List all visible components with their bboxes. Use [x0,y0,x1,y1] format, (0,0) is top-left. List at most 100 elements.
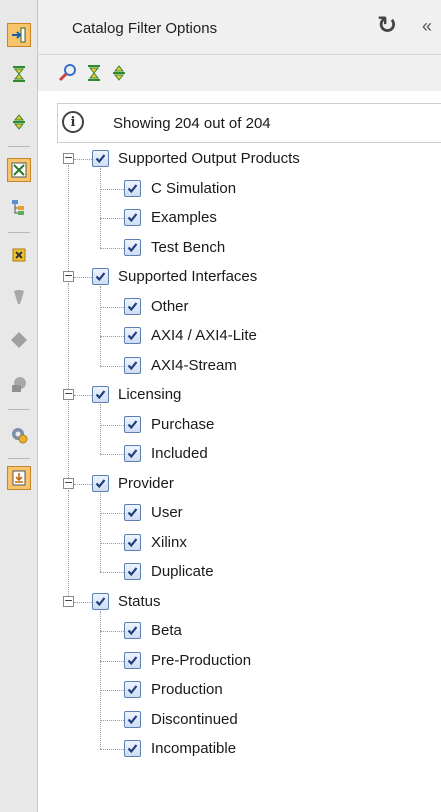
tree-item-label[interactable]: Production [151,681,223,698]
tree-group-label[interactable]: Licensing [118,386,181,403]
refresh-icon[interactable]: ↻ [377,13,397,39]
tree-connector [100,572,124,573]
parent-checkbox[interactable] [92,150,109,167]
tree-connector [68,489,69,596]
child-checkbox[interactable] [124,563,141,580]
child-checkbox[interactable] [124,651,141,669]
tree-connector [100,492,101,572]
expand-all-icon[interactable] [107,61,131,85]
tree-group-label[interactable]: Status [118,593,161,610]
child-checkbox[interactable] [124,740,141,757]
tree-connector [68,283,69,389]
tree-connector [100,454,124,455]
tree-connector [100,188,124,190]
tree-connector [74,483,92,485]
child-checkbox[interactable] [124,533,141,551]
filter-icon[interactable] [7,158,31,182]
child-checkbox[interactable] [124,327,141,344]
collapse-toggle[interactable]: − [63,270,74,282]
tree-connector [100,218,124,219]
tree-item-label[interactable]: Purchase [151,416,214,433]
tree-connector [100,513,124,514]
tree-connector [100,719,124,721]
panel-header: Catalog Filter Options ↻ « [38,0,441,55]
child-checkbox[interactable] [124,504,141,521]
parent-checkbox[interactable] [92,386,109,403]
tree-connector [100,690,124,691]
collapse-panel-icon[interactable]: « [422,16,432,36]
tree-connector [100,168,101,248]
tree-group-label[interactable]: Provider [118,475,174,492]
tree-connector [74,601,92,603]
tree-view-icon[interactable] [7,195,31,219]
download-icon[interactable] [7,466,31,490]
tree-connector [100,610,101,749]
child-checkbox[interactable] [124,415,141,433]
import-icon[interactable] [7,23,31,47]
diamond-icon [7,328,31,352]
filter-toolbar [38,55,441,91]
tree-item-label[interactable]: Xilinx [151,534,187,551]
tree-item-label[interactable]: Beta [151,622,182,639]
tree-item-label[interactable]: Test Bench [151,239,225,256]
collapse-toggle[interactable]: − [63,152,74,164]
tree-connector [100,631,124,632]
parent-checkbox[interactable] [92,268,109,285]
settings-gear-icon[interactable] [7,423,31,447]
collapse-toggle[interactable]: − [63,388,74,400]
tree-group-label[interactable]: Supported Interfaces [118,268,257,285]
tree-connector [100,286,101,366]
parent-checkbox[interactable] [92,474,109,492]
tree-item-label[interactable]: User [151,504,183,521]
tree-group-label[interactable]: Supported Output Products [118,150,300,167]
collapse-all-icon[interactable] [82,61,106,85]
search-icon[interactable] [56,61,80,85]
child-checkbox[interactable] [124,710,141,728]
tree-item-label[interactable]: Other [151,298,189,315]
child-checkbox[interactable] [124,622,141,639]
tree-connector [74,159,92,160]
tree-item-label[interactable]: Incompatible [151,740,236,757]
child-checkbox[interactable] [124,238,141,256]
tree-connector [100,749,124,750]
status-text: Showing 204 out of 204 [113,115,271,132]
tree-item-label[interactable]: Duplicate [151,563,214,580]
tree-connector [100,365,124,367]
collapse-toggle[interactable]: − [63,595,74,607]
tree-connector [68,401,69,478]
side-toolbar [0,0,38,812]
parent-checkbox[interactable] [92,592,109,610]
tree-connector [100,404,101,454]
child-checkbox[interactable] [124,445,141,462]
tree-item-label[interactable]: Discontinued [151,711,238,728]
collapse-all-icon[interactable] [7,62,31,86]
child-checkbox[interactable] [124,681,141,698]
tree-connector [100,247,124,249]
tree-connector [100,424,124,426]
tree-item-label[interactable]: AXI4 / AXI4-Lite [151,327,257,344]
info-icon: i [62,111,84,133]
tree-connector [74,395,92,396]
block-icon [7,372,31,396]
wrench-icon [7,285,31,309]
tree-connector [68,165,69,271]
child-checkbox[interactable] [124,356,141,374]
child-checkbox[interactable] [124,209,141,226]
tree-connector [74,277,92,278]
child-checkbox[interactable] [124,297,141,315]
child-checkbox[interactable] [124,179,141,197]
tree-item-label[interactable]: AXI4-Stream [151,357,237,374]
status-bar: i Showing 204 out of 204 [57,103,441,143]
tree-item-label[interactable]: Pre-Production [151,652,251,669]
customize-ip-icon[interactable] [7,243,31,267]
expand-all-icon[interactable] [7,110,31,134]
collapse-toggle[interactable]: − [63,477,74,489]
tree-item-label[interactable]: Examples [151,209,217,226]
tree-item-label[interactable]: Included [151,445,208,462]
panel-title: Catalog Filter Options [72,20,218,37]
tree-item-label[interactable]: C Simulation [151,180,236,197]
tree-connector [100,542,124,544]
catalog-filter-panel: Catalog Filter Options ↻ « i Showing 204… [38,0,441,812]
tree-connector [100,306,124,308]
tree-connector [100,660,124,662]
